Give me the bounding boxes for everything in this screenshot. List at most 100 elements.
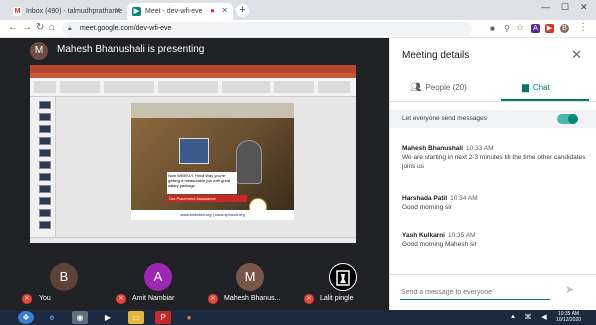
slide-thumbnail[interactable] — [39, 185, 51, 193]
lock-icon: 🔒︎ — [68, 25, 72, 32]
slide-thumbnail[interactable] — [39, 221, 51, 229]
presenting-label: Mahesh Bhanushali is presenting — [57, 44, 205, 55]
message-text: We are starting in next 2-3 minutes till… — [402, 154, 586, 170]
forward-icon[interactable]: → — [22, 22, 32, 33]
slide-thumbnail[interactable] — [39, 125, 51, 133]
camera-icon[interactable]: ■ — [490, 24, 495, 33]
mic-off-icon: ✕ — [208, 294, 218, 304]
start-icon[interactable]: ❖ — [18, 311, 34, 324]
clock-date: 10/12/2020 — [556, 317, 582, 323]
slide-thumbnail[interactable] — [39, 113, 51, 121]
chat-setting-row: Let everyone send messages — [390, 110, 596, 128]
address-bar[interactable]: 🔒︎ meet.google.com/dev-wfi-eve — [62, 22, 472, 36]
gmail-icon: M — [13, 7, 22, 16]
slide-text: Now WEEKLY, Hindi Way you're getting a m… — [167, 172, 237, 194]
slide-thumbnail[interactable] — [39, 149, 51, 157]
slide-thumbnail[interactable] — [39, 173, 51, 181]
slide-footer: www.webniira.org | www.spmcsit.org — [131, 210, 294, 220]
slide-thumbnail[interactable] — [39, 161, 51, 169]
slide-header — [131, 103, 294, 118]
message-time: 10:34 AM — [450, 195, 478, 202]
tab-label: Chat — [532, 83, 550, 92]
divider — [390, 101, 596, 102]
mic-off-icon: ✕ — [304, 294, 314, 304]
mic-off-icon: ✕ — [116, 294, 126, 304]
avatar: M — [236, 263, 264, 291]
slide-banner: Get Placement Assistance — [167, 195, 247, 202]
folder-icon[interactable]: ▭ — [128, 311, 144, 324]
close-icon[interactable]: ✕ — [221, 6, 228, 15]
maximize-icon[interactable]: ☐ — [561, 2, 569, 13]
shared-screen: Now WEEKLY, Hindi Way you're getting a m… — [30, 65, 356, 243]
more-icon[interactable]: ⋮ — [578, 22, 588, 33]
panel-title: Meeting details — [402, 50, 470, 61]
extension-icon[interactable]: A — [531, 24, 540, 33]
tab-label: People (20) — [425, 83, 467, 92]
ribbon — [30, 78, 356, 97]
tab-gmail[interactable]: M Inbox (490) - talmudhprathame ✕ — [8, 3, 126, 20]
close-icon[interactable]: ✕ — [114, 6, 121, 15]
star-icon[interactable]: ☆ — [516, 22, 524, 33]
message-time: 10:33 AM — [466, 145, 494, 152]
message-text: Good morning Mahesh sir — [402, 241, 477, 248]
message-input[interactable] — [400, 286, 550, 300]
send-icon[interactable]: ➤ — [565, 283, 574, 296]
screen: M Inbox (490) - talmudhprathame ✕ ▶ Meet… — [0, 0, 596, 325]
chat-message: Harshada Patil 10:34 AM Good morning sir — [402, 194, 588, 212]
app-titlebar — [30, 65, 356, 73]
chat-icon: ▆ — [522, 82, 529, 92]
tab-chat[interactable]: ▆ Chat — [522, 80, 550, 94]
network-icon[interactable]: ⌘ — [520, 311, 536, 324]
message-text: Good morning sir — [402, 204, 452, 211]
internet-explorer-icon[interactable]: e — [44, 311, 60, 324]
url-text: meet.google.com/dev-wfi-eve — [80, 25, 172, 32]
meeting-details-panel: Meeting details ✕ 👥︎ People (20) ▆ Chat Le… — [389, 38, 596, 316]
avatar — [329, 263, 357, 291]
avatar: B — [50, 263, 78, 291]
message-sender: Harshada Patil — [402, 195, 448, 202]
powerpoint-icon[interactable]: P — [155, 311, 171, 324]
slide-thumbnail[interactable] — [39, 101, 51, 109]
tray-arrow-icon[interactable]: ▲ — [505, 311, 521, 324]
recording-indicator-icon: ● — [210, 6, 215, 15]
firefox-icon[interactable]: ● — [181, 311, 197, 324]
tab-people[interactable]: 👥︎ People (20) — [410, 80, 467, 94]
slide-thumbnails — [30, 97, 56, 243]
window-close-icon[interactable]: ✕ — [580, 2, 588, 13]
tab-meet[interactable]: ▶ Meet - dev-wfi-eve ● ✕ — [127, 3, 233, 20]
meeting-stage: M Mahesh Bhanushali is presenting Now WE… — [0, 38, 389, 316]
home-icon[interactable]: ⌂ — [49, 22, 55, 33]
profile-image-icon — [336, 270, 350, 286]
participant-name: Lalit pingle — [320, 295, 354, 302]
back-icon[interactable]: ← — [8, 22, 18, 33]
speaker-photo — [179, 138, 209, 164]
participant-name: Mahesh Bhanus... — [224, 295, 281, 302]
setting-label: Let everyone send messages — [402, 115, 487, 122]
chrome-icon[interactable]: ◉ — [72, 311, 88, 324]
browser-toolbar: ← → ↻ ⌂ 🔒︎ meet.google.com/dev-wfi-eve ■… — [0, 20, 596, 38]
avatar: M — [30, 42, 48, 60]
current-slide: Now WEEKLY, Hindi Way you're getting a m… — [131, 103, 294, 220]
people-icon: 👥︎ — [410, 82, 422, 92]
search-icon[interactable]: ⚲ — [504, 24, 510, 33]
slide-thumbnail[interactable] — [39, 137, 51, 145]
slide-thumbnail[interactable] — [39, 209, 51, 217]
slide-thumbnail[interactable] — [39, 197, 51, 205]
participant-name: Amit Nambiar — [132, 295, 175, 302]
new-tab-button[interactable]: + — [236, 4, 249, 17]
minimize-icon[interactable]: — — [541, 2, 550, 12]
mic-off-icon: ✕ — [22, 294, 32, 304]
tab-label: Meet - dev-wfi-eve — [145, 8, 203, 15]
media-player-icon[interactable]: ▶ — [100, 311, 116, 324]
reload-icon[interactable]: ↻ — [36, 22, 44, 33]
participant-name: You — [39, 295, 51, 302]
send-messages-toggle[interactable] — [557, 114, 578, 124]
slide-body: Now WEEKLY, Hindi Way you're getting a m… — [131, 118, 294, 216]
profile-avatar[interactable]: B — [560, 24, 569, 33]
extension-icon[interactable]: ▶ — [545, 24, 554, 33]
close-icon[interactable]: ✕ — [571, 47, 582, 63]
volume-icon[interactable]: ◀ — [536, 311, 552, 324]
status-bar — [30, 237, 356, 243]
clock[interactable]: 10:35 AM 10/12/2020 — [556, 311, 581, 323]
meet-icon: ▶ — [132, 7, 141, 16]
